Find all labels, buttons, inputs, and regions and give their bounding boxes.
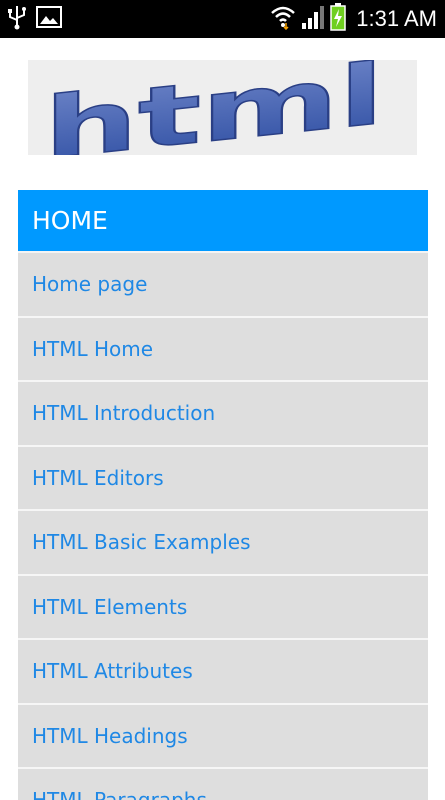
html-logo: html <box>28 60 417 155</box>
menu-item-html-editors[interactable]: HTML Editors <box>18 446 428 511</box>
menu-item-html-elements[interactable]: HTML Elements <box>18 575 428 640</box>
status-clock: 1:31 AM <box>356 6 437 31</box>
wifi-icon <box>270 4 296 34</box>
logo-text: html <box>44 60 384 155</box>
signal-icon <box>300 5 326 33</box>
main-menu: HOME Home page HTML Home HTML Introducti… <box>18 190 428 800</box>
status-bar-left <box>8 4 62 34</box>
menu-item-html-attributes[interactable]: HTML Attributes <box>18 640 428 705</box>
status-bar-right: 1:31 AM <box>270 3 437 35</box>
menu-item-html-paragraphs[interactable]: HTML Paragraphs <box>18 769 428 800</box>
menu-item-html-headings[interactable]: HTML Headings <box>18 704 428 769</box>
menu-item-html-introduction[interactable]: HTML Introduction <box>18 382 428 447</box>
menu-item-html-home[interactable]: HTML Home <box>18 317 428 382</box>
usb-icon <box>8 4 26 34</box>
menu-header-home[interactable]: HOME <box>18 190 428 253</box>
status-bar: 1:31 AM <box>0 0 445 38</box>
battery-charging-icon <box>330 3 347 35</box>
menu-item-home-page[interactable]: Home page <box>18 253 428 318</box>
menu-item-html-basic-examples[interactable]: HTML Basic Examples <box>18 511 428 576</box>
gallery-icon <box>36 6 62 32</box>
